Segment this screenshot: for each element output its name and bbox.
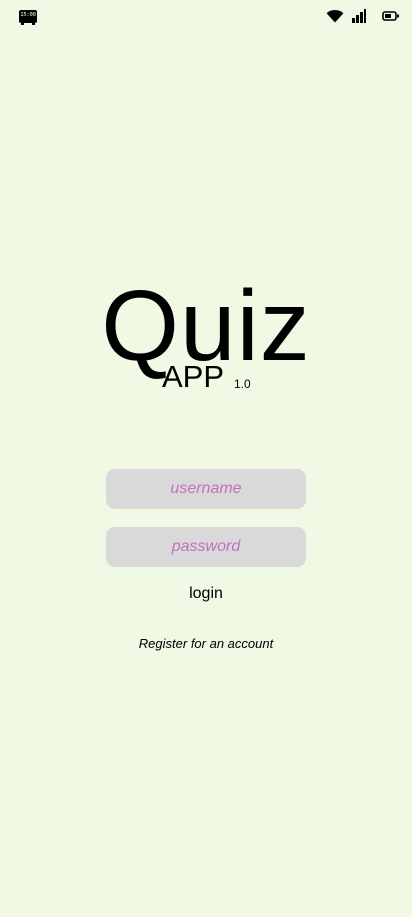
wifi-icon	[326, 10, 344, 23]
username-field[interactable]	[106, 469, 306, 509]
signal-icon	[352, 9, 366, 23]
login-button[interactable]: login	[166, 582, 246, 606]
status-bar: 15:00	[0, 0, 412, 34]
battery-icon	[382, 11, 399, 21]
status-time: 15:00	[19, 10, 37, 25]
password-field[interactable]	[106, 527, 306, 567]
app-subtitle: APP	[162, 359, 225, 394]
app-version: 1.0	[234, 377, 251, 391]
register-link[interactable]: Register for an account	[0, 636, 412, 652]
